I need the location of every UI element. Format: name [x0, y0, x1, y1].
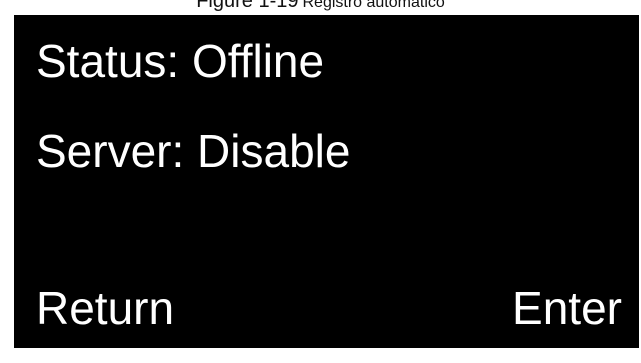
page: Figure 1-19 Registro automático Status: O… [0, 0, 641, 363]
figure-number: Figure 1-19 [196, 0, 299, 12]
figure-caption: Figure 1-19 Registro automático [0, 0, 641, 11]
return-button[interactable]: Return [36, 283, 174, 333]
server-text: Server: Disable [36, 125, 351, 177]
enter-button[interactable]: Enter [512, 283, 622, 333]
status-text: Status: Offline [36, 35, 325, 87]
device-screen: Status: Offline Server: Disable Return E… [14, 15, 639, 348]
figure-title: Registro automático [302, 0, 445, 11]
